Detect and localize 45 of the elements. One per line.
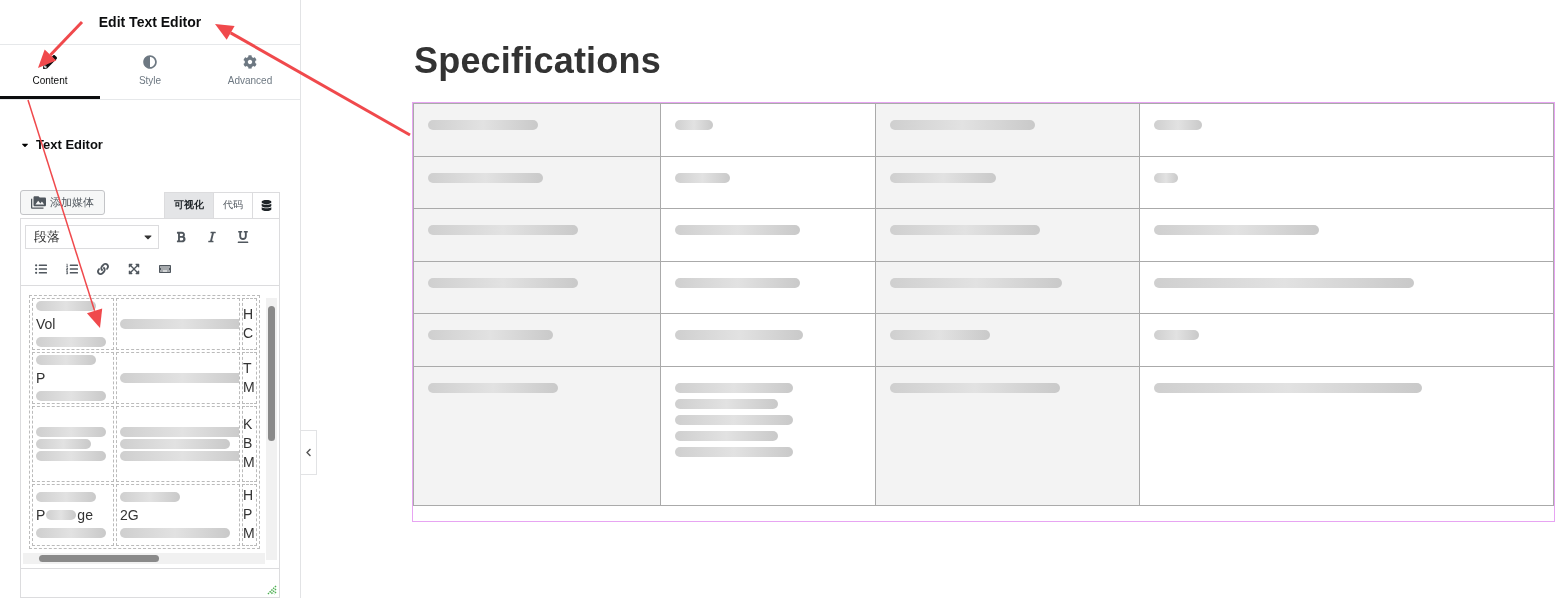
media-icon [31,195,46,210]
cell-text: Vol [36,315,57,334]
cell-text: P ge [36,506,94,525]
blurred-text [36,528,106,538]
blurred-text [1154,120,1202,130]
cell-text: 2G [120,506,140,525]
horizontal-scrollbar[interactable] [23,553,265,564]
blurred-text [675,120,713,130]
blurred-text [36,427,106,437]
blurred-text [1154,330,1199,340]
cell-text: T [243,359,253,378]
blurred-text [36,439,91,449]
cell-text: M [243,453,256,473]
cell-text: M [243,378,256,397]
pencil-icon [43,55,57,70]
vertical-scrollbar[interactable] [266,298,277,560]
blurred-text [36,492,96,502]
cell-text: H [243,305,255,324]
blurred-text [1154,173,1178,183]
chevron-left-icon [304,448,313,457]
blurred-text [36,355,96,365]
editor-mode-tab[interactable]: 可视化 [164,192,214,218]
database-icon[interactable] [252,192,280,218]
cell-text: H [243,486,255,506]
blurred-text [675,173,730,183]
panel-title: Edit Text Editor [98,14,202,31]
cell-text: B [243,434,254,454]
blurred-text [36,391,106,401]
blurred-text [36,337,106,347]
page-heading: Specifications [414,40,662,82]
format-select[interactable]: 段落 [25,225,159,249]
cell-text: K [243,415,254,435]
blurred-text [120,492,180,502]
cell-text: P [36,369,47,388]
blurred-text [36,451,106,461]
resize-grip-icon [267,585,277,595]
panel-tab[interactable]: Style [100,45,200,100]
annotation-arrow [38,20,84,68]
settings-icon [243,55,257,70]
blurred-text [36,301,96,311]
cell-text: P [243,505,254,525]
cell-text: C [243,324,255,343]
panel-tab[interactable]: Advanced [200,45,300,100]
cell-text: M [243,524,256,544]
contrast-icon [143,55,157,70]
